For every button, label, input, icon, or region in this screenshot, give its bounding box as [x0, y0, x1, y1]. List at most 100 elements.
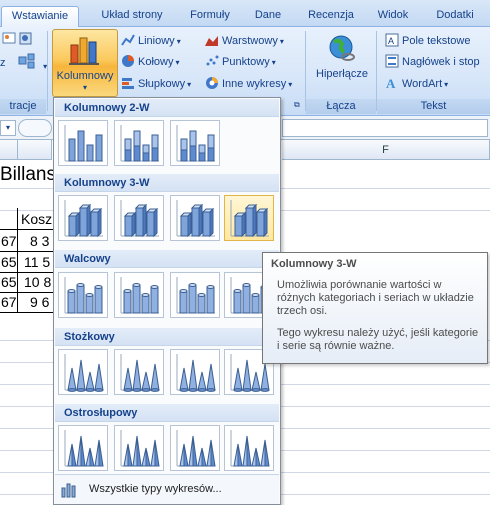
- cylinder-body: [242, 284, 251, 314]
- cell-a1[interactable]: 67: [1, 233, 17, 249]
- cell-b1[interactable]: 8 3: [30, 233, 49, 249]
- pyramid-face: [132, 435, 138, 467]
- tab-recenzja[interactable]: Recenzja: [300, 6, 362, 27]
- bar-chart-icon: [122, 78, 134, 89]
- cylinder-top: [76, 283, 85, 287]
- picture-icon[interactable]: [2, 31, 16, 51]
- chart-thumb-stacked-cylinder[interactable]: [114, 272, 164, 318]
- column-bar: [142, 144, 150, 154]
- cone-base: [206, 388, 216, 392]
- kolowy-button[interactable]: Kołowy ▾: [121, 52, 179, 72]
- column-front: [245, 207, 254, 237]
- pole-tekstowe-button[interactable]: A Pole tekstowe: [385, 31, 470, 51]
- cell-a2[interactable]: 65: [1, 254, 17, 270]
- tab-uklad-strony[interactable]: Układ strony: [88, 6, 176, 27]
- chart-thumb-clustered-pyramid[interactable]: [58, 425, 108, 471]
- wordart-button[interactable]: A WordArt ▾: [385, 74, 448, 94]
- slupkowy-button[interactable]: Słupkowy ▾: [121, 74, 191, 94]
- chart-thumb-graphic: [120, 354, 160, 392]
- column-side: [263, 207, 268, 238]
- pyramid-face: [76, 435, 82, 467]
- header-cell-fragment: Kosz: [21, 211, 53, 227]
- hiperlacze-button[interactable]: Hiperłącze: [312, 30, 372, 96]
- pyramid-face: [136, 435, 142, 467]
- shapes-left-icon[interactable]: z: [0, 53, 6, 73]
- tab-formuly[interactable]: Formuły: [182, 6, 238, 27]
- globe-link-icon: [329, 35, 355, 61]
- kolumnowy-button[interactable]: Kolumnowy ▾: [52, 29, 118, 97]
- cone-shape: [94, 363, 104, 391]
- chart-thumb-graphic: [176, 430, 216, 467]
- cone-base: [141, 388, 151, 392]
- liniowy-button[interactable]: Liniowy ▾: [121, 31, 181, 51]
- dialog-launcher-icon[interactable]: ⧉: [294, 100, 300, 110]
- pyramid-face: [141, 447, 147, 467]
- chart-thumb-clustered-column[interactable]: [58, 120, 108, 166]
- column-header-a[interactable]: [0, 140, 18, 160]
- chart-thumb-100-stacked-column[interactable]: [170, 120, 220, 166]
- column-bar: [95, 134, 103, 162]
- cylinder-body: [94, 286, 103, 314]
- column-bar: [180, 149, 188, 162]
- cone-base: [132, 388, 142, 392]
- cone-base: [123, 388, 133, 392]
- formula-input[interactable]: [282, 119, 488, 137]
- cone-shape: [67, 367, 77, 391]
- chart-thumb-3d-100-stacked-column[interactable]: [170, 195, 220, 241]
- chart-thumb-100-stacked-pyramid[interactable]: [170, 425, 220, 471]
- tab-wstawianie[interactable]: Wstawianie: [1, 6, 79, 28]
- pyramid-face: [127, 443, 133, 467]
- pie-chart-icon: [122, 55, 134, 67]
- tab-dane[interactable]: Dane: [246, 6, 290, 27]
- column-bar: [198, 144, 206, 154]
- chart-thumb-stacked-cone[interactable]: [114, 349, 164, 395]
- chart-thumb-100-stacked-cone[interactable]: [170, 349, 220, 395]
- cell-b4[interactable]: 9 6: [30, 294, 49, 310]
- chart-thumb-graphic: [230, 430, 270, 467]
- name-box-dropdown[interactable]: ▾: [0, 120, 16, 136]
- column-front: [234, 215, 243, 237]
- cell-b3[interactable]: 10 8: [24, 274, 51, 290]
- column-front: [79, 207, 88, 237]
- chart-thumb-clustered-cone[interactable]: [58, 349, 108, 395]
- naglowek-button[interactable]: Nagłówek i stop: [385, 52, 480, 72]
- column-header-f[interactable]: F: [282, 140, 490, 160]
- pyramid-face: [192, 435, 198, 467]
- chart-thumb-3d-pyramid[interactable]: [224, 425, 274, 471]
- svg-text:A: A: [386, 76, 396, 90]
- all-chart-types-button[interactable]: Wszystkie typy wykresów...: [55, 474, 279, 504]
- column-header-b[interactable]: [18, 140, 52, 160]
- cell-border: [17, 208, 18, 312]
- pyramid-face: [206, 439, 212, 467]
- tab-widok[interactable]: Widok: [370, 6, 416, 27]
- chart-thumb-3d-clustered-column[interactable]: [58, 195, 108, 241]
- formula-expand-button[interactable]: [18, 119, 52, 137]
- column-f-label: F: [382, 144, 389, 156]
- clipart-icon[interactable]: [18, 31, 34, 51]
- chart-thumb-clustered-cylinder[interactable]: [58, 272, 108, 318]
- cylinder-body: [206, 286, 215, 314]
- chart-thumb-3d-stacked-column[interactable]: [114, 195, 164, 241]
- column-front: [256, 211, 265, 237]
- group-separator: [47, 31, 48, 111]
- column-bar: [207, 134, 215, 149]
- cell-a4[interactable]: 67: [1, 294, 17, 310]
- chart-thumb-stacked-pyramid[interactable]: [114, 425, 164, 471]
- inne-wykresy-button[interactable]: Inne wykresy ▾: [205, 74, 292, 94]
- cone-base: [251, 388, 261, 392]
- cylinder-body: [85, 294, 94, 314]
- tab-dodatki[interactable]: Dodatki: [426, 6, 484, 27]
- chart-thumb-graphic: [64, 277, 103, 314]
- cell-b2[interactable]: 11 5: [24, 254, 50, 270]
- cylinder-body: [179, 290, 188, 314]
- warstwowy-button[interactable]: Warstwowy ▾: [205, 31, 284, 51]
- column-front: [124, 215, 133, 237]
- chart-thumb-3d-column[interactable]: [224, 195, 274, 241]
- wordart-label: WordArt: [402, 78, 443, 90]
- smartart-icon[interactable]: ▾: [18, 53, 47, 73]
- chart-thumb-stacked-column[interactable]: [114, 120, 164, 166]
- punktowy-button[interactable]: Punktowy ▾: [205, 52, 276, 72]
- chart-thumb-100-stacked-cylinder[interactable]: [170, 272, 220, 318]
- group-label-tekst: Tekst: [377, 99, 490, 114]
- cell-a3[interactable]: 65: [1, 274, 17, 290]
